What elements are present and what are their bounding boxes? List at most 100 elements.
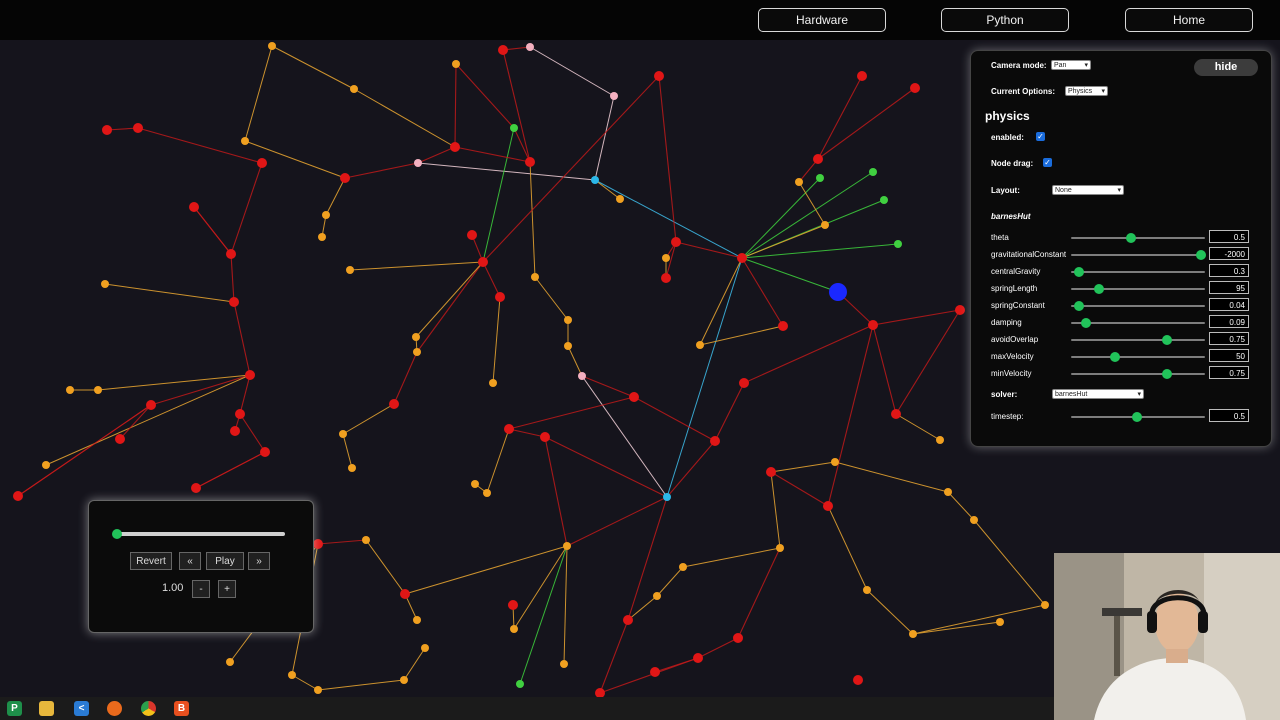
param-value-input-avoidOverlap[interactable]: 0.75 [1209, 332, 1249, 345]
graph-node-leaf[interactable] [226, 658, 234, 666]
param-value-input-springLength[interactable]: 95 [1209, 281, 1249, 294]
graph-node-hub[interactable] [191, 483, 201, 493]
current-options-select[interactable]: Physics [1065, 86, 1108, 97]
graph-node-hub[interactable] [257, 158, 267, 168]
graph-node-hub[interactable] [115, 434, 125, 444]
graph-node-leaf[interactable] [510, 625, 518, 633]
graph-node-hub[interactable] [868, 320, 878, 330]
param-value-input-maxVelocity[interactable]: 50 [1209, 349, 1249, 362]
graph-node-hub[interactable] [229, 297, 239, 307]
play-button[interactable]: Play [206, 552, 244, 570]
graph-node-leaf[interactable] [413, 348, 421, 356]
graph-node-hub[interactable] [910, 83, 920, 93]
param-value-input-springConstant[interactable]: 0.04 [1209, 298, 1249, 311]
enabled-checkbox[interactable]: ✓ [1036, 132, 1045, 141]
graph-node-leaf[interactable] [241, 137, 249, 145]
graph-node-hub[interactable] [813, 154, 823, 164]
param-slider-springConstant[interactable] [1071, 301, 1205, 311]
graph-node-hub[interactable] [853, 675, 863, 685]
timestep-slider[interactable] [1071, 412, 1205, 422]
graph-node-leaf[interactable] [348, 464, 356, 472]
param-slider-avoidOverlap[interactable] [1071, 335, 1205, 345]
graph-node-import[interactable] [816, 174, 824, 182]
param-slider-handle[interactable] [1195, 250, 1206, 260]
graph-node-hub[interactable] [737, 253, 747, 263]
param-slider-gravitationalConstant[interactable] [1071, 250, 1206, 260]
graph-node-leaf[interactable] [653, 592, 661, 600]
graph-node-leaf[interactable] [970, 516, 978, 524]
graph-node-hub[interactable] [508, 600, 518, 610]
graph-node-hub[interactable] [478, 257, 488, 267]
graph-node-leaf[interactable] [421, 644, 429, 652]
timestep-value-input[interactable]: 0.5 [1209, 409, 1249, 422]
graph-node-selected[interactable] [663, 493, 671, 501]
graph-node-hub[interactable] [766, 467, 776, 477]
graph-node-leaf[interactable] [795, 178, 803, 186]
graph-node-hub[interactable] [661, 273, 671, 283]
graph-node-hub[interactable] [654, 71, 664, 81]
param-value-input-theta[interactable]: 0.5 [1209, 230, 1249, 243]
chrome-icon[interactable] [141, 701, 156, 716]
param-value-input-gravitationalConstant[interactable]: -2000 [1209, 247, 1249, 260]
graph-node-leaf[interactable] [662, 254, 670, 262]
graph-node-hub[interactable] [495, 292, 505, 302]
graph-node-module[interactable] [526, 43, 534, 51]
graph-node-hub[interactable] [504, 424, 514, 434]
param-slider-centralGravity[interactable] [1071, 267, 1205, 277]
speed-decrease-button[interactable]: - [192, 580, 210, 598]
graph-node-import[interactable] [880, 196, 888, 204]
graph-node-leaf[interactable] [350, 85, 358, 93]
param-slider-minVelocity[interactable] [1071, 369, 1205, 379]
graph-node-hub[interactable] [525, 157, 535, 167]
timestep-slider-handle[interactable] [1131, 412, 1142, 422]
graph-node-hub[interactable] [650, 667, 660, 677]
speed-increase-button[interactable]: + [218, 580, 236, 598]
graph-node-hub[interactable] [857, 71, 867, 81]
graph-node-hub[interactable] [540, 432, 550, 442]
graph-node-hub[interactable] [467, 230, 477, 240]
step-forward-button[interactable]: » [248, 552, 270, 570]
revert-button[interactable]: Revert [130, 552, 172, 570]
graph-node-hub[interactable] [13, 491, 23, 501]
graph-node-hub[interactable] [450, 142, 460, 152]
graph-node-hub[interactable] [235, 409, 245, 419]
param-slider-handle[interactable] [1162, 335, 1173, 345]
graph-node-leaf[interactable] [560, 660, 568, 668]
graph-node-leaf[interactable] [314, 686, 322, 694]
python-nav-button[interactable]: Python [941, 8, 1069, 32]
graph-node-leaf[interactable] [996, 618, 1004, 626]
graph-node-leaf[interactable] [863, 586, 871, 594]
graph-node-module[interactable] [610, 92, 618, 100]
graph-node-leaf[interactable] [66, 386, 74, 394]
graph-node-hub[interactable] [733, 633, 743, 643]
graph-node-leaf[interactable] [1041, 601, 1049, 609]
graph-node-hub[interactable] [629, 392, 639, 402]
param-value-input-damping[interactable]: 0.09 [1209, 315, 1249, 328]
graph-node-leaf[interactable] [616, 195, 624, 203]
graph-node-import[interactable] [510, 124, 518, 132]
graph-node-leaf[interactable] [471, 480, 479, 488]
param-slider-handle[interactable] [1126, 233, 1137, 243]
graph-node-hub[interactable] [739, 378, 749, 388]
graph-node-leaf[interactable] [776, 544, 784, 552]
graph-node-import[interactable] [894, 240, 902, 248]
graph-node-hub[interactable] [595, 688, 605, 697]
hardware-nav-button[interactable]: Hardware [758, 8, 886, 32]
graph-node-leaf[interactable] [42, 461, 50, 469]
graph-node-hub[interactable] [340, 173, 350, 183]
graph-node-leaf[interactable] [412, 333, 420, 341]
graph-node-hub[interactable] [400, 589, 410, 599]
graph-node-hub[interactable] [891, 409, 901, 419]
graph-node-leaf[interactable] [452, 60, 460, 68]
graph-node-leaf[interactable] [288, 671, 296, 679]
graph-node-hub[interactable] [955, 305, 965, 315]
graph-node-module[interactable] [414, 159, 422, 167]
timeline-slider-handle[interactable] [112, 529, 122, 539]
param-value-input-centralGravity[interactable]: 0.3 [1209, 264, 1249, 277]
camera-mode-select[interactable]: Pan [1051, 60, 1091, 71]
param-slider-handle[interactable] [1074, 301, 1085, 311]
step-back-button[interactable]: « [179, 552, 201, 570]
graph-node-leaf[interactable] [936, 436, 944, 444]
graph-node-hub[interactable] [710, 436, 720, 446]
param-slider-theta[interactable] [1071, 233, 1205, 243]
